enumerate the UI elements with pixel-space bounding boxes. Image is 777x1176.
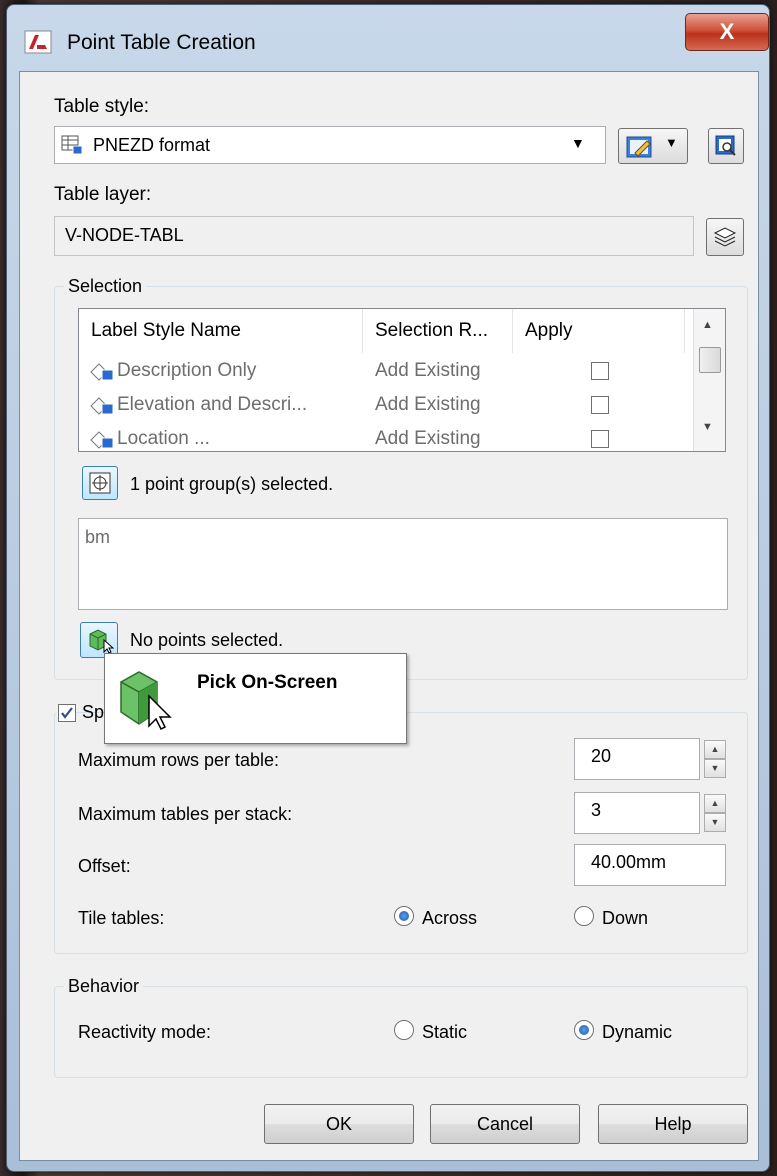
max-rows-label: Maximum rows per table: [78, 750, 280, 770]
close-button[interactable]: X [685, 13, 769, 51]
max-tables-label: Maximum tables per stack: [78, 804, 293, 824]
tile-down-label[interactable]: Down [602, 908, 648, 929]
tooltip-text: Pick On-Screen [197, 672, 338, 693]
column-header-label-style-name[interactable]: Label Style Name [79, 309, 363, 353]
reactivity-mode-label: Reactivity mode: [78, 1022, 212, 1042]
apply-checkbox[interactable] [591, 430, 609, 448]
spin-up-icon[interactable]: ▲ [704, 740, 726, 759]
edit-style-icon [626, 136, 652, 158]
tile-down-radio[interactable] [574, 906, 594, 926]
dialog-window: Point Table Creation X Table style: PNEZ… [6, 4, 770, 1172]
max-rows-input[interactable]: 20 [574, 738, 700, 780]
scroll-up-arrow-icon[interactable]: ▲ [702, 319, 713, 331]
apply-checkbox[interactable] [591, 396, 609, 414]
layer-select-button[interactable] [706, 218, 744, 256]
table-scrollbar[interactable]: ▲ ▼ [693, 309, 725, 451]
spin-down-icon[interactable]: ▼ [704, 813, 726, 832]
table-style-label: Table style: [54, 96, 150, 117]
offset-input[interactable]: 40.00mm [574, 844, 726, 886]
preview-style-icon [715, 135, 736, 156]
label-style-name: Elevation and Descri... [117, 394, 308, 415]
help-button[interactable]: Help [598, 1104, 748, 1144]
point-group-select-icon [89, 472, 111, 494]
static-radio[interactable] [394, 1020, 414, 1040]
apply-checkbox[interactable] [591, 362, 609, 380]
ok-button[interactable]: OK [264, 1104, 414, 1144]
checkmark-icon [61, 707, 73, 719]
title-bar: Point Table Creation X [7, 5, 769, 71]
pick-on-screen-tooltip: Pick On-Screen [104, 653, 407, 744]
label-style-icon [90, 431, 114, 449]
preview-style-button[interactable] [708, 128, 744, 164]
tile-across-label[interactable]: Across [422, 908, 477, 929]
dynamic-radio[interactable] [574, 1020, 594, 1040]
max-tables-spinner[interactable]: ▲ ▼ [704, 794, 726, 832]
table-row[interactable]: Location ... Add Existing [79, 423, 679, 451]
autocad-app-icon [24, 30, 52, 54]
selection-group-label: Selection [64, 276, 147, 297]
edit-style-button[interactable]: ▼ [618, 128, 688, 164]
point-groups-list[interactable]: bm [78, 518, 728, 610]
selection-rule: Add Existing [375, 394, 481, 415]
selection-rule: Add Existing [375, 428, 481, 449]
static-label[interactable]: Static [422, 1022, 467, 1043]
pick-points-icon [89, 629, 114, 654]
column-header-apply[interactable]: Apply [513, 309, 685, 353]
tile-across-radio[interactable] [394, 906, 414, 926]
dialog-client-area: Table style: PNEZD format ▼ ▼ Table laye… [19, 71, 759, 1161]
pick-on-screen-icon [120, 671, 172, 730]
split-table-checkbox[interactable] [58, 704, 76, 722]
dropdown-arrow-icon: ▼ [571, 135, 585, 151]
label-style-name: Location ... [117, 428, 210, 449]
split-table-header: Split table [56, 702, 161, 724]
window-title: Point Table Creation [67, 31, 256, 54]
table-style-value: PNEZD format [93, 135, 211, 155]
layer-icon [713, 227, 737, 247]
spin-down-icon[interactable]: ▼ [704, 759, 726, 778]
label-style-icon [90, 363, 114, 381]
column-header-selection-rule[interactable]: Selection R... [363, 309, 513, 353]
table-row[interactable]: Elevation and Descri... Add Existing [79, 389, 679, 421]
points-status: No points selected. [130, 630, 284, 650]
dynamic-label[interactable]: Dynamic [602, 1022, 672, 1043]
label-style-name: Description Only [117, 360, 257, 381]
select-point-groups-button[interactable] [82, 466, 118, 500]
table-style-icon [61, 135, 83, 155]
tile-tables-label: Tile tables: [78, 908, 165, 928]
label-style-table: Label Style Name Selection R... Apply De… [78, 308, 726, 452]
max-tables-input[interactable]: 3 [574, 792, 700, 834]
max-rows-spinner[interactable]: ▲ ▼ [704, 740, 726, 778]
scroll-thumb[interactable] [699, 347, 721, 373]
offset-label: Offset: [78, 856, 131, 876]
scroll-down-arrow-icon[interactable]: ▼ [702, 421, 713, 433]
label-style-icon [90, 397, 114, 415]
cancel-button[interactable]: Cancel [430, 1104, 580, 1144]
table-style-dropdown[interactable]: PNEZD format ▼ [54, 126, 606, 164]
table-layer-field: V-NODE-TABL [54, 216, 694, 256]
point-groups-status: 1 point group(s) selected. [130, 474, 334, 494]
table-row[interactable]: Description Only Add Existing [79, 355, 679, 387]
behavior-group-label: Behavior [64, 976, 144, 997]
selection-rule: Add Existing [375, 360, 481, 381]
table-layer-label: Table layer: [54, 184, 152, 205]
edit-style-dropdown-arrow-icon: ▼ [665, 135, 678, 150]
spin-up-icon[interactable]: ▲ [704, 794, 726, 813]
cursor-arrow-icon [148, 694, 172, 730]
